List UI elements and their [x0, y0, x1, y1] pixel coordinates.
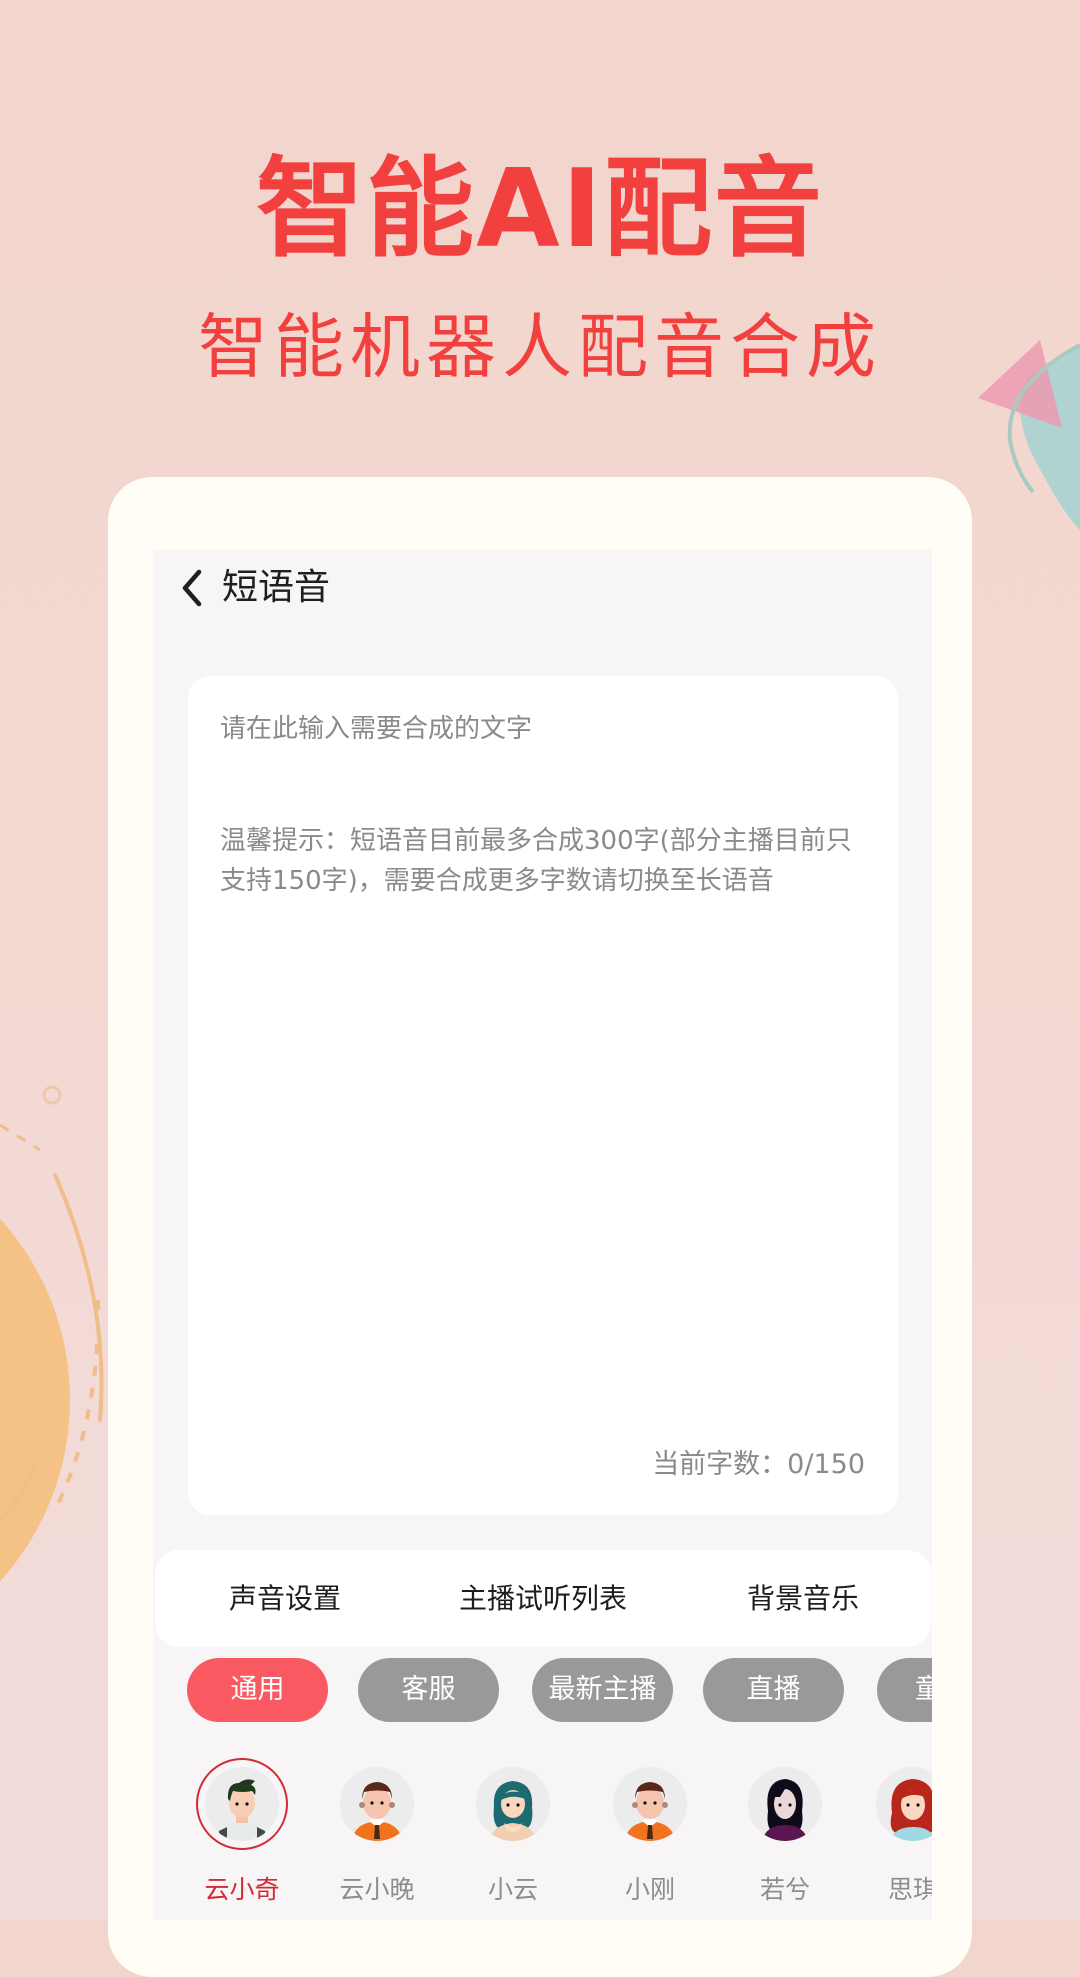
- back-button[interactable]: [175, 568, 211, 608]
- female-avatar-icon: [476, 1767, 550, 1841]
- voice-item[interactable]: 若兮: [730, 1767, 840, 1917]
- page-title: 短语音: [222, 567, 331, 608]
- text-input-placeholder[interactable]: 请在此输入需要合成的文字: [220, 710, 870, 748]
- male-avatar-icon: [613, 1767, 687, 1841]
- female-avatar-icon: [748, 1767, 822, 1841]
- tab-anchor-preview-list[interactable]: 主播试听列表: [433, 1550, 653, 1647]
- character-counter: 当前字数：0/150: [652, 1449, 865, 1480]
- voice-name: 若兮: [759, 1875, 810, 1904]
- voice-name: 小云: [487, 1875, 538, 1904]
- tip-text: 温馨提示：短语音目前最多合成300字(部分主播目前只支持150字)，需要合成更多…: [220, 826, 852, 896]
- voice-item[interactable]: 思琪: [858, 1767, 932, 1917]
- male-avatar-icon: [340, 1767, 414, 1841]
- category-chip-live[interactable]: 直播: [703, 1658, 844, 1722]
- tab-background-music[interactable]: 背景音乐: [693, 1550, 913, 1647]
- tab-voice-settings[interactable]: 声音设置: [175, 1550, 395, 1647]
- dashed-line-decoration: [0, 1123, 41, 1152]
- text-input-area[interactable]: 请在此输入需要合成的文字 温馨提示：短语音目前最多合成300字(部分主播目前只支…: [188, 676, 898, 1515]
- voice-item[interactable]: 小云: [458, 1767, 568, 1917]
- category-chip-latest-anchors[interactable]: 最新主播: [532, 1658, 673, 1722]
- voice-name: 思琪: [887, 1875, 932, 1904]
- voice-item[interactable]: 云小奇: [187, 1758, 297, 1917]
- settings-tabs: 声音设置 主播试听列表 背景音乐: [155, 1550, 931, 1647]
- category-chip-children[interactable]: 童: [877, 1658, 932, 1722]
- voice-name: 小刚: [624, 1875, 675, 1904]
- voice-name: 云小晚: [339, 1875, 415, 1904]
- ring-decoration: [42, 1085, 62, 1105]
- voice-item[interactable]: 云小晚: [322, 1767, 432, 1917]
- hero-title: 智能AI配音: [256, 147, 824, 272]
- female-avatar-icon: [876, 1767, 932, 1841]
- app-screen: 短语音 请在此输入需要合成的文字 温馨提示：短语音目前最多合成300字(部分主播…: [153, 550, 932, 1920]
- hero-subtitle: 智能机器人配音合成: [198, 306, 882, 388]
- arc-decoration-bottom: [0, 1464, 37, 1522]
- dashed-arc-decoration: [53, 1299, 101, 1511]
- male-avatar-icon: [205, 1767, 279, 1841]
- category-chip-general[interactable]: 通用: [187, 1658, 328, 1722]
- orange-circle-decoration: [0, 1218, 70, 1582]
- voice-name: 云小奇: [204, 1875, 280, 1904]
- chevron-left-icon: [182, 569, 202, 607]
- arc-decoration: [53, 1173, 104, 1422]
- voice-item[interactable]: 小刚: [595, 1767, 705, 1917]
- category-chip-customer-service[interactable]: 客服: [358, 1658, 499, 1722]
